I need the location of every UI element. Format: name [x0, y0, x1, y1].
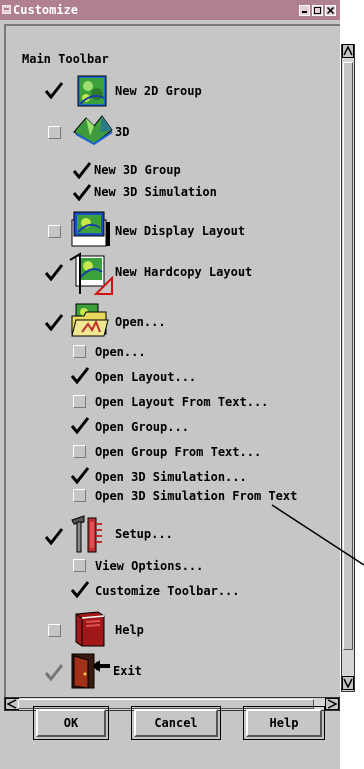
- scroll-left-button[interactable]: [5, 698, 19, 710]
- item-label[interactable]: 3D: [115, 125, 129, 139]
- checkmark-icon[interactable]: [70, 581, 90, 599]
- item-label[interactable]: Open Group From Text...: [95, 445, 261, 459]
- checkbox[interactable]: [73, 445, 86, 458]
- checkmark-icon[interactable]: [44, 82, 64, 100]
- item-label[interactable]: New 2D Group: [115, 84, 202, 98]
- checkbox[interactable]: [73, 489, 86, 502]
- item-label[interactable]: Open 3D Simulation From Text: [95, 489, 297, 503]
- checkbox[interactable]: [73, 559, 86, 572]
- checkmark-icon[interactable]: [72, 162, 92, 180]
- item-label[interactable]: Open...: [115, 315, 166, 329]
- checkbox[interactable]: [48, 624, 61, 637]
- window-title: Customize: [13, 3, 79, 17]
- 3d-icon: [73, 115, 113, 146]
- minimize-icon[interactable]: [299, 5, 310, 16]
- item-label[interactable]: Open Layout From Text...: [95, 395, 268, 409]
- checkbox[interactable]: [73, 345, 86, 358]
- item-label[interactable]: New 3D Simulation: [94, 185, 217, 199]
- hardcopy-layout-icon: [69, 252, 113, 295]
- checkmark-icon[interactable]: [70, 467, 90, 485]
- item-label[interactable]: New Display Layout: [115, 224, 245, 238]
- item-label[interactable]: Open...: [95, 345, 146, 359]
- checkmark-icon[interactable]: [70, 417, 90, 435]
- item-label[interactable]: New 3D Group: [94, 163, 181, 177]
- checkmark-icon[interactable]: [44, 264, 64, 282]
- exit-door-icon: [71, 653, 110, 689]
- maximize-icon[interactable]: [312, 5, 323, 16]
- item-label[interactable]: Open 3D Simulation...: [95, 470, 247, 484]
- checkmark-icon[interactable]: [70, 367, 90, 385]
- checkmark-icon[interactable]: [72, 184, 92, 202]
- cancel-button[interactable]: Cancel: [134, 709, 218, 737]
- item-label[interactable]: Setup...: [115, 527, 173, 541]
- item-label[interactable]: Open Group...: [95, 420, 189, 434]
- setup-tools-icon: [71, 515, 102, 553]
- item-label[interactable]: Open Layout...: [95, 370, 196, 384]
- scroll-up-button[interactable]: [342, 44, 354, 58]
- arrow-left-icon: [6, 699, 17, 709]
- checkmark-icon[interactable]: [44, 664, 64, 682]
- item-label[interactable]: New Hardcopy Layout: [115, 265, 252, 279]
- checkbox[interactable]: [73, 395, 86, 408]
- item-label[interactable]: View Options...: [95, 559, 203, 573]
- 2d-group-icon: [77, 75, 107, 107]
- scroll-right-button[interactable]: [325, 698, 339, 710]
- checkmark-icon[interactable]: [44, 528, 64, 546]
- item-label[interactable]: Exit: [113, 664, 142, 678]
- window-menu-icon[interactable]: [2, 5, 11, 14]
- customize-window: Customize Main Toolbar New 2D Group 3D N…: [0, 0, 355, 769]
- display-layout-icon: [71, 211, 110, 247]
- ok-button[interactable]: OK: [36, 709, 106, 737]
- close-icon[interactable]: [325, 5, 336, 16]
- item-label[interactable]: Customize Toolbar...: [95, 584, 240, 598]
- vertical-scroll-thumb[interactable]: [343, 62, 353, 650]
- checkmark-icon[interactable]: [44, 314, 64, 332]
- checkbox[interactable]: [48, 126, 61, 139]
- section-title: Main Toolbar: [22, 52, 109, 66]
- arrow-up-icon: [343, 45, 353, 56]
- item-label[interactable]: Help: [115, 623, 144, 637]
- arrow-down-icon: [343, 678, 353, 689]
- scroll-down-button[interactable]: [342, 676, 354, 690]
- help-button[interactable]: Help: [246, 709, 322, 737]
- checkbox[interactable]: [48, 225, 61, 238]
- arrow-right-icon: [327, 699, 338, 709]
- open-folder-icon: [71, 303, 109, 337]
- help-book-icon: [75, 611, 105, 647]
- title-bar[interactable]: Customize: [0, 0, 340, 20]
